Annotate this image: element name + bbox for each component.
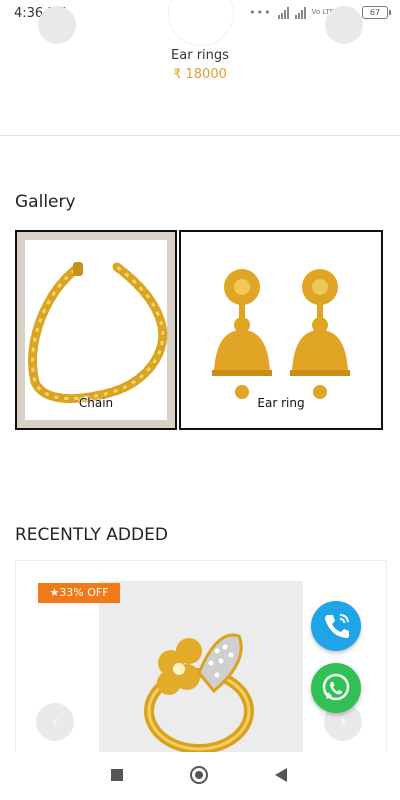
whatsapp-icon (322, 673, 350, 701)
gallery-item-chain[interactable]: Chain (15, 230, 177, 430)
whatsapp-fab-button[interactable] (311, 663, 361, 713)
recent-apps-icon[interactable] (111, 769, 123, 781)
gold-ring-image (144, 633, 254, 754)
carousel-next-button[interactable] (325, 6, 363, 44)
system-nav-bar (0, 752, 400, 800)
section-divider (0, 135, 400, 136)
call-fab-button[interactable] (311, 601, 361, 651)
product-image-panel (99, 581, 303, 761)
signal-strength-icon-2 (294, 6, 306, 19)
back-icon[interactable] (275, 768, 287, 782)
notification-dots-icon: ••• (249, 6, 272, 19)
carousel-prev-button[interactable] (38, 6, 76, 44)
recent-prev-button[interactable]: ‹ (36, 703, 74, 741)
gallery-heading: Gallery (15, 192, 76, 212)
battery-icon: 67 (362, 6, 391, 19)
discount-badge: ★33% OFF (38, 583, 120, 603)
product-name[interactable]: Ear rings (0, 48, 400, 63)
home-icon[interactable] (190, 766, 208, 784)
product-thumbnail[interactable] (168, 0, 234, 46)
gallery-caption: Chain (78, 396, 114, 410)
recently-added-heading: RECENTLY ADDED (15, 525, 168, 545)
product-price: ₹ 18000 (173, 67, 227, 82)
chevron-left-icon: ‹ (51, 711, 59, 732)
signal-strength-icon (277, 6, 289, 19)
gallery-caption: Ear ring (257, 396, 305, 410)
phone-icon (325, 614, 349, 638)
gallery-item-earring[interactable]: Ear ring (179, 230, 383, 430)
status-icons: ••• Vo LTE 67 (249, 6, 391, 19)
